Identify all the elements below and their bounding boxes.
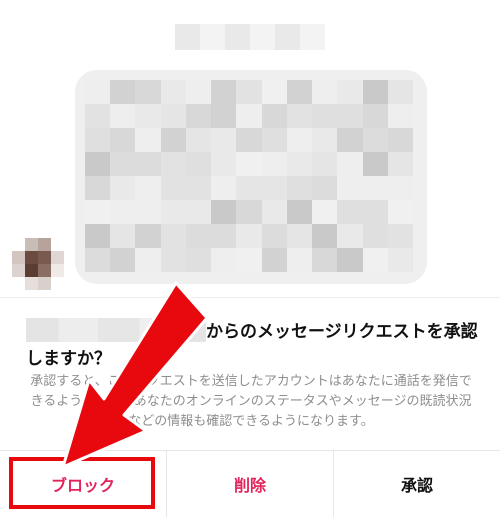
sender-name-blurred: [175, 24, 325, 50]
message-preview-bubble: [75, 70, 427, 284]
message-preview-mosaic: [85, 80, 413, 272]
request-description: 承認すると、このリクエストを送信したアカウントはあなたに通話を発信できるようにな…: [30, 374, 472, 429]
block-button[interactable]: ブロック: [0, 451, 166, 517]
accept-button[interactable]: 承認: [333, 451, 500, 517]
request-question: からのメッセージリクエストを承認しますか？: [26, 318, 478, 373]
delete-button[interactable]: 削除: [166, 451, 333, 517]
section-divider: [0, 297, 500, 298]
sender-avatar: [12, 238, 64, 290]
action-bar: ブロック 削除 承認: [0, 450, 500, 517]
requester-name-blurred: [26, 318, 206, 342]
